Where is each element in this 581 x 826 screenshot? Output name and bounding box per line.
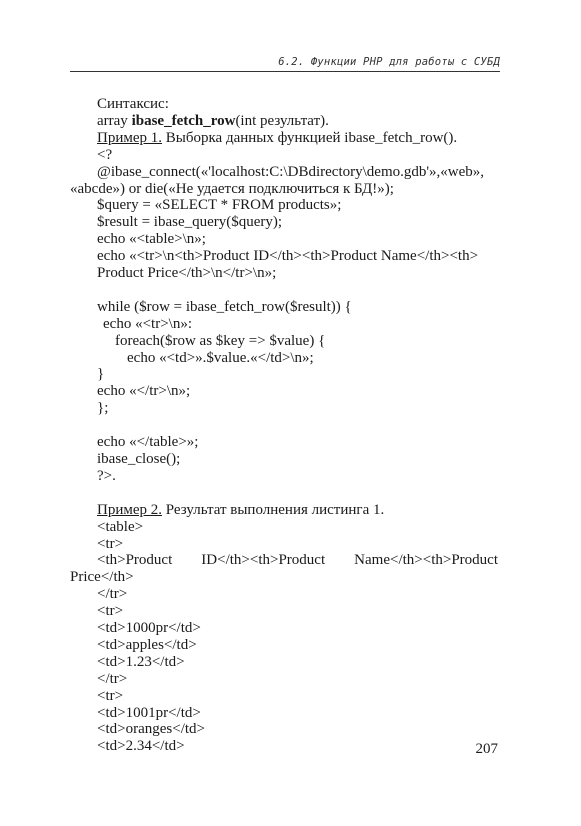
code-line: echo «<tr>\n»:: [103, 315, 192, 332]
code-line: $result = ibase_query($query);: [97, 214, 283, 231]
example-1-label: Пример 1.: [97, 129, 163, 146]
example-2-label: Пример 2.: [97, 501, 163, 518]
code-line: while ($row = ibase_fetch_row($result)) …: [97, 298, 352, 315]
code-line: echo «</tr>\n»;: [97, 383, 191, 400]
code-line: @ibase_connect(«'localhost:C:\DBdirector…: [97, 163, 485, 180]
output-line: <td>apples</td>: [97, 636, 197, 653]
output-line: Price</th>: [70, 569, 134, 586]
syntax-prefix: array: [97, 112, 132, 129]
body-text: Синтаксис: array ibase_fetch_row(int рез…: [70, 96, 498, 755]
output-line: <tr>: [97, 535, 124, 552]
code-line: foreach($row as $key => $value) {: [115, 332, 326, 349]
page-number: 207: [475, 741, 499, 757]
code-line: ibase_close();: [97, 451, 181, 467]
code-line: echo «<td>».$value.«</td>\n»;: [127, 349, 314, 366]
syntax-suffix: (int результат).: [235, 112, 329, 129]
output-line: <tr>: [97, 603, 124, 620]
syntax-label: Синтаксис:: [97, 96, 169, 112]
code-line: echo «<table>\n»;: [97, 231, 206, 248]
example-2-heading: Пример 2. Результат выполнения листинга …: [70, 502, 498, 519]
output-line: </tr>: [97, 670, 128, 687]
example-2-caption: Результат выполнения листинга 1.: [162, 501, 385, 518]
code-line: }: [97, 366, 105, 383]
running-header: 6.2. Функции PHP для работы с СУБД: [278, 56, 500, 68]
output-line: <table>: [97, 518, 144, 535]
syntax-function: ibase_fetch_row: [131, 112, 236, 129]
output-line: <td>1001pr</td>: [97, 704, 201, 721]
example-1-caption: Выборка данных функцией ibase_fetch_row(…: [162, 129, 458, 146]
code-line: echo «</table>»;: [97, 434, 199, 451]
output-line: <td>oranges</td>: [97, 721, 205, 738]
output-line: <tr>: [97, 687, 124, 704]
syntax-line: array ibase_fetch_row(int результат).: [70, 113, 498, 130]
code-line: Product Price</th>\n</tr>\n»;: [97, 265, 277, 282]
code-line: ?>.: [97, 467, 116, 484]
code-line: «abcde») or die(«Не удается подключиться…: [70, 180, 394, 197]
code-line: $query = «SELECT * FROM products»;: [97, 197, 342, 214]
output-line: </tr>: [97, 586, 128, 603]
header-rule: [70, 71, 500, 72]
example-1-heading: Пример 1. Выборка данных функцией ibase_…: [70, 130, 498, 147]
code-line: };: [97, 400, 109, 417]
book-page: 6.2. Функции PHP для работы с СУБД Синта…: [0, 0, 581, 826]
output-line: <td>1.23</td>: [97, 653, 185, 670]
code-line: <?: [97, 146, 113, 163]
code-line: echo «<tr>\n<th>Product ID</th><th>Produ…: [97, 248, 479, 265]
output-line: <td>2.34</td>: [97, 738, 185, 755]
output-line: <td>1000pr</td>: [97, 620, 201, 637]
output-line: <th>Product ID</th><th>Product Name</th>…: [97, 552, 498, 569]
